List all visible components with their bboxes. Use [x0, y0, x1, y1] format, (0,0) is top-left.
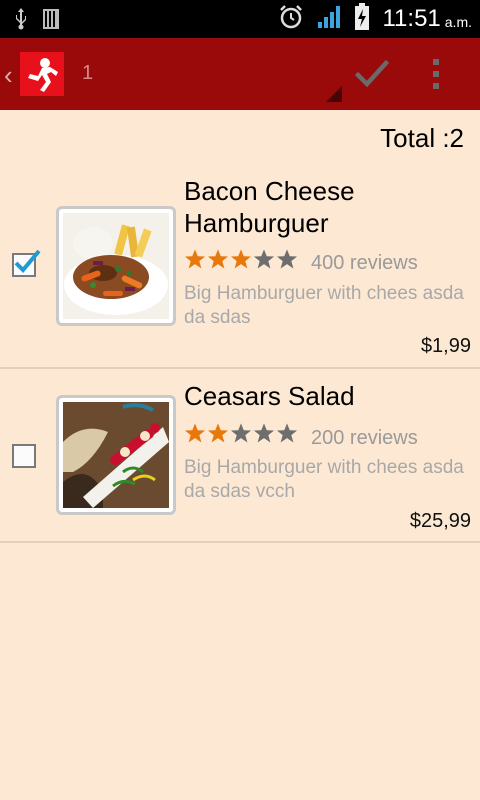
star-filled-icon: [207, 249, 229, 269]
star-empty-icon: [253, 249, 275, 269]
signal-icon: [316, 4, 342, 35]
star-empty-icon: [276, 249, 298, 269]
checkmark-icon[interactable]: [352, 54, 392, 94]
order-total: Total :2: [380, 123, 464, 153]
back-chevron-icon[interactable]: ‹: [4, 60, 13, 91]
action-bar: ‹ 1: [0, 38, 480, 110]
star-filled-icon: [230, 249, 252, 269]
item-thumbnail: [56, 395, 176, 515]
star-filled-icon: [184, 249, 206, 269]
status-bar: 11:51 a.m.: [0, 0, 480, 38]
battery-charging-icon: [354, 2, 370, 36]
item-title: Ceasars Salad: [184, 381, 355, 411]
rating-stars: [184, 248, 298, 270]
spinner-indicator: [326, 86, 342, 102]
list-item[interactable]: Ceasars Salad 200 reviews Big Hamburguer…: [0, 369, 480, 543]
list-item[interactable]: Bacon Cheese Hamburguer 400 reviews Big …: [0, 168, 480, 369]
star-empty-icon: [253, 423, 275, 443]
star-empty-icon: [230, 423, 252, 443]
item-price: $1,99: [420, 335, 471, 357]
star-empty-icon: [276, 423, 298, 443]
review-count: 400 reviews: [311, 252, 418, 274]
item-thumbnail: [56, 206, 176, 326]
overflow-menu-icon[interactable]: [426, 54, 446, 94]
star-filled-icon: [184, 423, 206, 443]
rating-stars: [184, 422, 298, 444]
star-filled-icon: [207, 423, 229, 443]
selected-count: 1: [82, 62, 94, 84]
usb-icon: [14, 8, 28, 35]
app-logo-icon[interactable]: [20, 52, 64, 96]
sd-card-icon: [42, 8, 60, 35]
item-checkbox[interactable]: [12, 444, 36, 468]
item-checkbox[interactable]: [12, 249, 41, 277]
item-price: $25,99: [409, 510, 471, 532]
alarm-icon: [278, 4, 304, 35]
clock-time: 11:51: [382, 5, 441, 32]
item-title: Bacon Cheese Hamburguer: [184, 176, 355, 238]
item-description: Big Hamburguer with chees asda da sdas: [184, 283, 464, 328]
item-description: Big Hamburguer with chees asda da sdas v…: [184, 457, 464, 502]
clock-ampm: a.m.: [444, 14, 472, 30]
review-count: 200 reviews: [311, 427, 418, 449]
